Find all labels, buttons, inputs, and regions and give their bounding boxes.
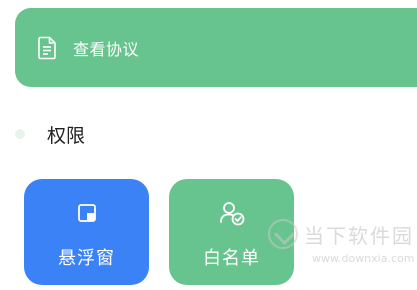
whitelist-label: 白名单 (203, 248, 260, 269)
watermark: 当下软件园 www.downxia.com (268, 216, 414, 272)
floating-window-button[interactable]: 悬浮窗 (24, 179, 149, 285)
watermark-logo-icon (268, 219, 298, 249)
watermark-name: 当下软件园 (304, 224, 414, 248)
user-check-icon (219, 200, 245, 226)
floating-window-icon (74, 200, 100, 226)
permissions-title: 权限 (47, 124, 86, 147)
bullet-dot (15, 129, 25, 139)
watermark-url: www.downxia.com (312, 252, 415, 265)
permissions-section-title: 权限 (15, 120, 85, 148)
view-agreement-button[interactable]: 查看协议 (15, 8, 417, 87)
document-icon (36, 34, 58, 62)
view-agreement-label: 查看协议 (73, 39, 140, 59)
floating-window-label: 悬浮窗 (58, 248, 115, 269)
